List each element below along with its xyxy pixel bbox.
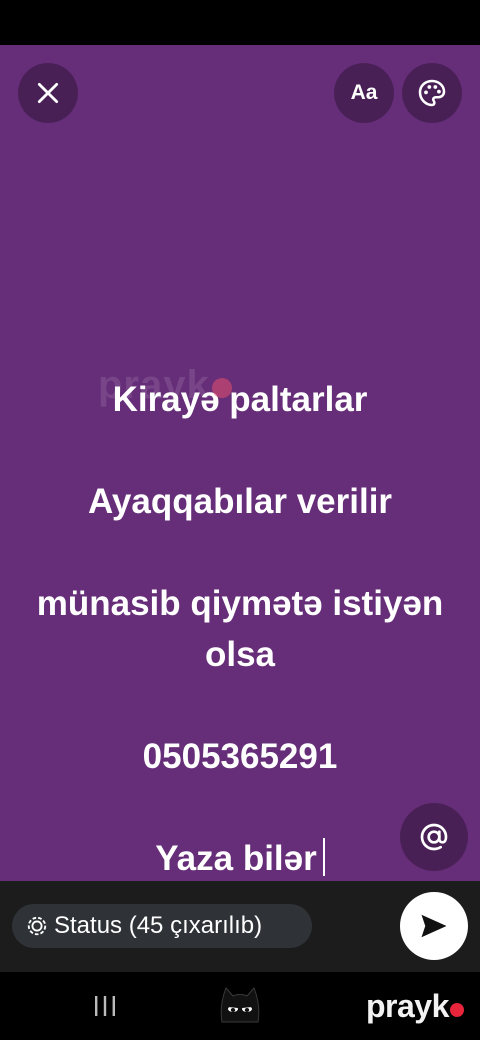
audience-label: Status (45 çıxarılıb)	[54, 912, 263, 939]
brand-logo: prayk	[366, 988, 464, 1025]
mention-button[interactable]	[400, 803, 468, 871]
send-icon	[421, 914, 447, 938]
mascot-icon	[220, 987, 260, 1023]
brand-dot	[449, 1003, 464, 1017]
send-button[interactable]	[400, 892, 468, 960]
recent-apps-icon[interactable]	[92, 994, 118, 1018]
text-cursor	[322, 838, 325, 876]
font-style-button[interactable]: Aa	[334, 63, 394, 123]
status-ring-icon	[27, 916, 47, 936]
system-status-bar	[0, 0, 480, 45]
navigation-bar: prayk	[0, 972, 480, 1040]
palette-icon	[418, 79, 446, 107]
background-color-button[interactable]	[402, 63, 462, 123]
at-sign-icon	[420, 823, 448, 851]
status-line-2: Ayaqqabılar verilir	[87, 482, 393, 521]
status-line-4: 0505365291	[142, 737, 338, 776]
status-editor-canvas[interactable]: Aa Kirayə paltarlar Ayaqqabılar verilir …	[0, 45, 480, 881]
status-line-5: Yaza bilər	[20, 833, 460, 884]
audience-selector[interactable]: Status (45 çıxarılıb)	[12, 904, 312, 948]
status-text-input[interactable]: Kirayə paltarlar Ayaqqabılar verilir mün…	[20, 323, 460, 935]
status-line-1: Kirayə paltarlar	[112, 380, 368, 419]
status-line-3: münasib qiymətə istiyən olsa	[36, 584, 444, 674]
bottom-bar: Status (45 çıxarılıb)	[0, 881, 480, 972]
close-button[interactable]	[18, 63, 78, 123]
close-icon	[37, 82, 59, 104]
